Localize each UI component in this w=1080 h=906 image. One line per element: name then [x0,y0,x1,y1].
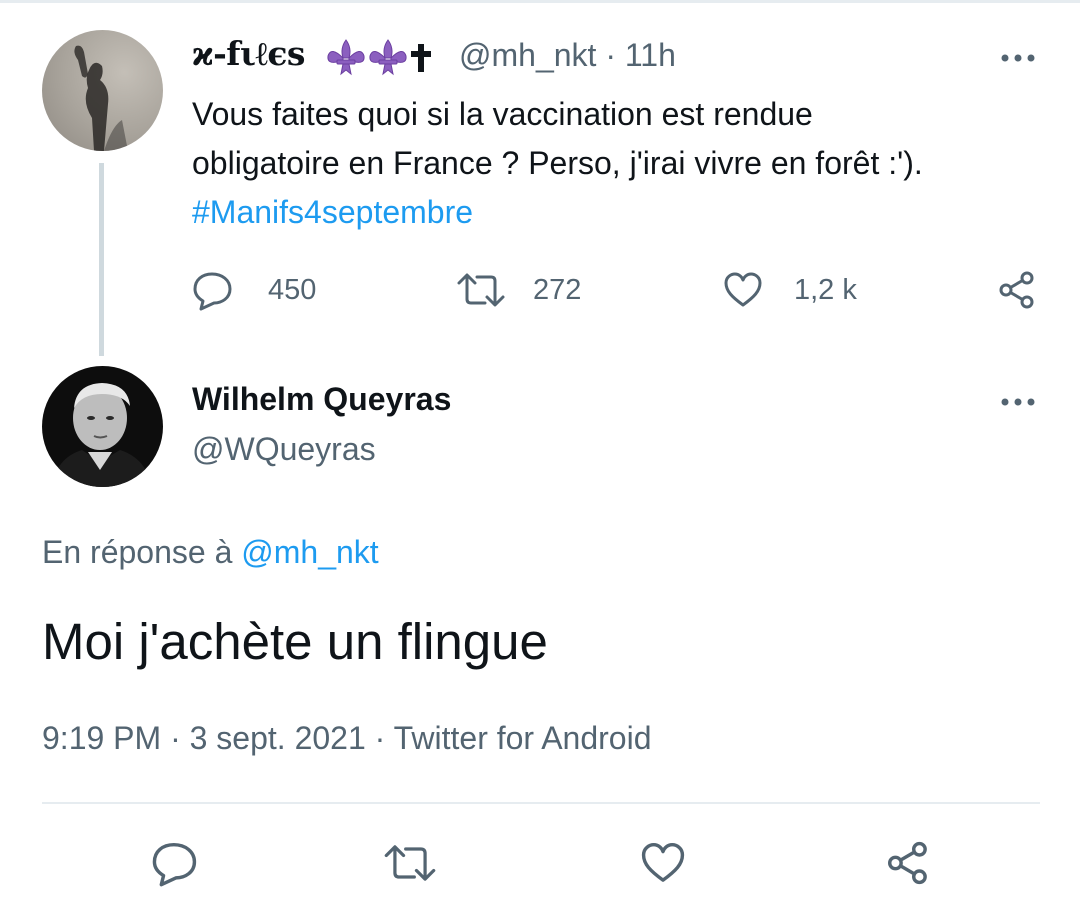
heart-icon [722,269,764,311]
more-options-icon[interactable] [998,48,1038,68]
like-button[interactable] [638,838,688,888]
retweet-count: 272 [533,273,582,306]
separator: · [605,37,616,73]
reply-mention-link[interactable]: @mh_nkt [241,534,378,570]
more-options-icon[interactable] [998,392,1038,412]
share-icon [996,269,1038,311]
tweet-text-line: obligatoire en France ? Perso, j'irai vi… [192,145,923,181]
fleur-de-lis-icon [367,38,409,78]
reply-button[interactable] [150,838,200,888]
avatar-wqueyras[interactable] [42,366,163,487]
reply-context: En réponse à @mh_nkt [42,534,379,571]
retweet-icon [382,840,438,886]
reply-count: 450 [268,273,317,306]
reply-tweet-text: Moi j'achète un flingue [42,613,548,670]
tweet-text-line: Vous faites quoi si la vaccination est r… [192,96,813,132]
share-icon [884,839,932,887]
hashtag-link[interactable]: #Manifs4septembre [192,194,473,230]
thread-connector-line [99,163,104,356]
reply-author-handle[interactable]: @WQueyras [192,431,376,468]
like-button[interactable]: 1,2 k [722,268,857,312]
tweet-time[interactable]: 11h [625,37,676,73]
tweet-timestamp-source[interactable]: 9:19 PM · 3 sept. 2021 · Twitter for And… [42,720,652,757]
reply-icon [192,269,234,311]
reply-button[interactable]: 450 [192,268,316,312]
top-divider [0,0,1080,3]
reply-prefix: En réponse à [42,534,233,570]
reply-author-display-name[interactable]: Wilhelm Queyras [192,381,451,418]
share-button[interactable] [883,838,933,888]
tweet-text: Vous faites quoi si la vaccination est r… [192,90,1052,237]
avatar-mh-nkt[interactable] [42,30,163,151]
author-display-name[interactable]: ϰ-fιℓєs [192,34,306,74]
retweet-icon [455,269,507,311]
author-handle-and-time[interactable]: @mh_nkt · 11h [459,37,676,74]
name-badges [325,38,433,78]
author-handle[interactable]: @mh_nkt [459,37,596,73]
cross-icon [409,38,433,78]
action-bar-divider [42,802,1040,804]
reply-icon [151,839,199,887]
like-count: 1,2 k [794,273,857,306]
fleur-de-lis-icon [325,38,367,78]
retweet-button[interactable] [382,838,438,888]
share-button[interactable] [996,268,1038,312]
retweet-button[interactable]: 272 [455,268,581,312]
heart-icon [639,839,687,887]
